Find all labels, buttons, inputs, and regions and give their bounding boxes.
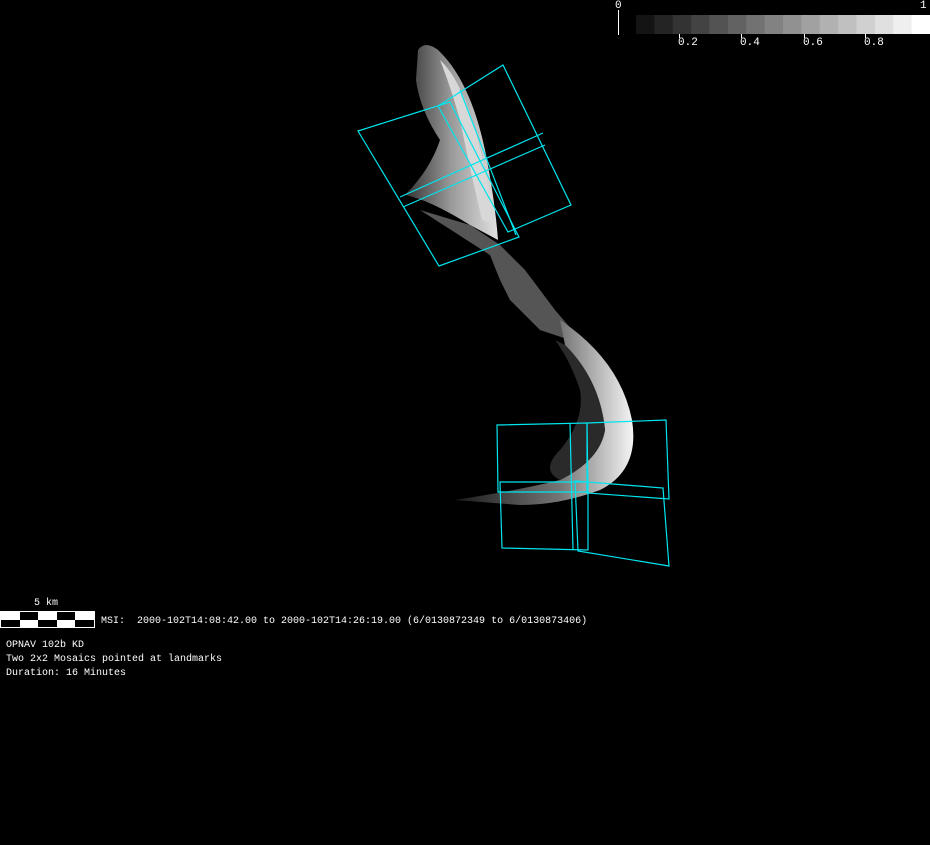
scale-bar-label: 5 km [34,598,59,609]
scale-bar [0,611,95,628]
observation-description: Two 2x2 Mosaics pointed at landmarks [6,654,223,665]
asteroid-view [357,45,670,567]
asteroid-lobe-bottom [455,320,634,505]
observation-duration: Duration: 16 Minutes [6,668,127,679]
asteroid-neck [420,210,585,345]
asteroid-shape [405,45,634,505]
msi-time-range: MSI: 2000-102T14:08:42.00 to 2000-102T14… [101,616,588,627]
observation-title: OPNAV 102b KD [6,640,85,651]
